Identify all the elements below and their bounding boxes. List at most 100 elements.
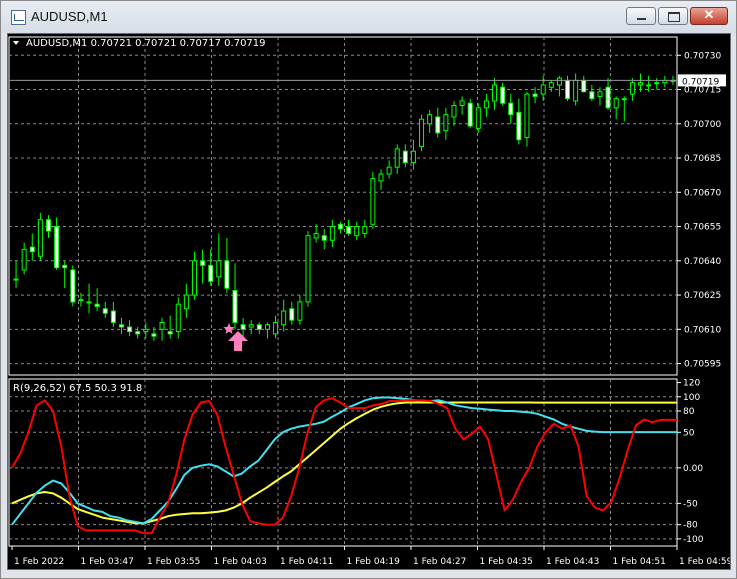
candle[interactable]: [86, 283, 92, 314]
candle[interactable]: [475, 103, 481, 133]
price-pane[interactable]: 0.707300.707150.707000.706850.706700.706…: [8, 36, 726, 376]
candle-body-bull: [386, 166, 392, 175]
candle[interactable]: [540, 75, 546, 101]
candle[interactable]: [605, 78, 611, 111]
candle[interactable]: [459, 96, 465, 115]
candle[interactable]: [386, 160, 392, 179]
candle[interactable]: [224, 237, 230, 293]
indicator-header: R(9,26,52) 67.5 50.3 91.8: [13, 383, 142, 394]
candle[interactable]: [362, 219, 368, 238]
candle[interactable]: [127, 320, 133, 337]
candle[interactable]: [240, 317, 246, 337]
candle[interactable]: [410, 139, 416, 170]
candle[interactable]: [281, 299, 287, 332]
candle[interactable]: [565, 75, 571, 101]
candle[interactable]: [159, 317, 165, 341]
candle[interactable]: [191, 251, 197, 300]
candle-body-bull: [78, 299, 84, 302]
candle-body-bull: [183, 294, 189, 310]
candle[interactable]: [208, 249, 214, 286]
chart-svg[interactable]: 0.707300.707150.707000.706850.706700.706…: [8, 34, 730, 569]
candle-body-bear: [605, 86, 611, 109]
candle[interactable]: [135, 327, 141, 339]
candle[interactable]: [21, 242, 27, 275]
candle-body-bear: [151, 333, 157, 337]
candle-body-bull: [459, 100, 465, 107]
candle[interactable]: [13, 260, 19, 289]
candle[interactable]: [354, 221, 360, 241]
candle[interactable]: [29, 233, 35, 261]
candle[interactable]: [516, 98, 522, 145]
candle[interactable]: [589, 84, 595, 101]
candle[interactable]: [62, 260, 68, 289]
candle[interactable]: [573, 73, 579, 106]
candle[interactable]: [556, 75, 562, 97]
candle[interactable]: [175, 297, 181, 339]
candle[interactable]: [297, 295, 303, 325]
candle[interactable]: [216, 233, 222, 286]
candle[interactable]: [37, 212, 43, 261]
candle[interactable]: [102, 301, 108, 318]
candle[interactable]: [337, 221, 343, 234]
candle[interactable]: [581, 75, 587, 93]
candle[interactable]: [508, 94, 514, 124]
candle[interactable]: [443, 107, 449, 140]
candle[interactable]: [183, 283, 189, 318]
candle[interactable]: [435, 107, 441, 138]
time-axis: 1 Feb 2022 1 Feb 03:47 1 Feb 03:55 1 Feb 04…: [11, 546, 730, 567]
candle[interactable]: [483, 94, 489, 117]
candle[interactable]: [329, 219, 335, 248]
candle[interactable]: [264, 322, 270, 339]
candle[interactable]: [321, 228, 327, 250]
candle[interactable]: [524, 91, 530, 147]
candle[interactable]: [548, 80, 554, 92]
candle[interactable]: [654, 78, 660, 90]
candle-body-bear: [110, 310, 116, 323]
candle[interactable]: [467, 98, 473, 129]
candle[interactable]: [305, 231, 311, 307]
candle[interactable]: [118, 317, 124, 334]
close-button[interactable]: ✕: [690, 7, 728, 25]
candle[interactable]: [378, 169, 384, 191]
candle[interactable]: [451, 100, 457, 127]
indicator-tick-label: -50: [683, 499, 698, 509]
candle[interactable]: [45, 215, 51, 238]
candle[interactable]: [346, 219, 352, 236]
price-tick-label: 0.70670: [684, 188, 721, 198]
chart-area[interactable]: 0.70730 0.70715 0.70700 0.70685 0.70670 0.706…: [7, 33, 731, 570]
candle-body-bull: [556, 77, 562, 86]
maximize-button[interactable]: [658, 7, 688, 25]
minimize-button[interactable]: [626, 7, 656, 25]
candle[interactable]: [289, 301, 295, 325]
candle[interactable]: [402, 144, 408, 168]
candle[interactable]: [54, 217, 60, 270]
indicator-tick-label: 0.00: [683, 464, 703, 474]
candle[interactable]: [248, 320, 254, 334]
candle[interactable]: [143, 322, 149, 339]
candle[interactable]: [256, 322, 262, 334]
candle-body-bull: [143, 328, 149, 333]
candle[interactable]: [200, 249, 206, 284]
candle[interactable]: [394, 144, 400, 175]
candle[interactable]: [167, 315, 173, 339]
candle[interactable]: [613, 96, 619, 120]
candle[interactable]: [70, 265, 76, 307]
indicator-pane[interactable]: 120 100 80 50 0.00 -50 -80 -100: [8, 378, 704, 547]
candle[interactable]: [427, 110, 433, 133]
candle[interactable]: [94, 288, 100, 312]
candle-body-bull: [492, 84, 498, 102]
candle[interactable]: [662, 75, 668, 88]
candle[interactable]: [621, 96, 627, 122]
candle[interactable]: [492, 78, 498, 111]
title-bar[interactable]: AUDUSD,M1 ✕: [1, 1, 736, 33]
candle[interactable]: [419, 114, 425, 152]
candle-body-bear: [62, 264, 68, 269]
candle[interactable]: [629, 78, 635, 101]
candle[interactable]: [273, 315, 279, 339]
minimize-icon: [637, 18, 646, 20]
candle[interactable]: [370, 171, 376, 229]
candle[interactable]: [110, 301, 116, 328]
candle[interactable]: [500, 82, 506, 106]
candle[interactable]: [232, 263, 238, 330]
chart-dropdown-icon[interactable]: [13, 41, 19, 45]
